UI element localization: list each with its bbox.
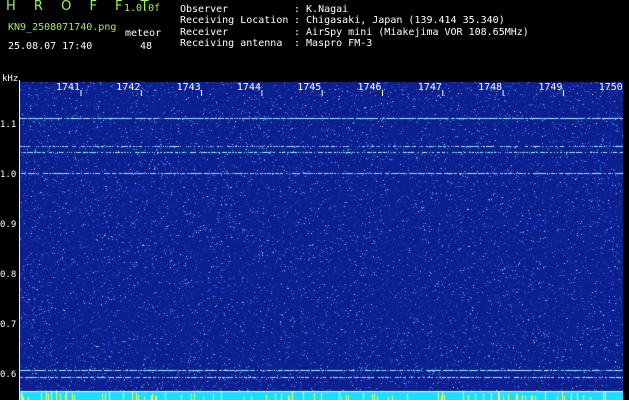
image-filename: KN9_2508071740.png <box>8 22 117 33</box>
y-tick-label: 0.9 <box>0 220 17 230</box>
time-tick-label: 1745 <box>297 82 321 93</box>
y-tick-label: 1.0 <box>0 170 17 180</box>
time-tick-label: 1747 <box>418 82 442 93</box>
meteor-count: 48 <box>140 41 153 52</box>
meteor-label: meteor <box>125 28 162 39</box>
spectrogram-panel: 1741 1742 1743 1744 1745 1746 1747 1748 1749 1750 <box>20 82 623 400</box>
spectrogram-overlay: 1741 1742 1743 1744 1745 1746 1747 1748 1749 1750 <box>56 82 623 96</box>
info-value: : AirSpy mini (Miakejima VOR 108.65MHz) <box>294 27 529 38</box>
info-label: Observer <box>180 4 229 15</box>
time-tick-label: 1749 <box>538 82 562 93</box>
time-tick-label: 1744 <box>237 82 261 93</box>
info-label: Receiver <box>180 27 229 38</box>
info-value: : K.Nagai <box>294 4 349 15</box>
y-tick-label: 1.1 <box>0 120 17 130</box>
time-tick-label: 1742 <box>116 82 140 93</box>
info-label: Receiving Location <box>180 15 289 26</box>
time-tick-label: 1743 <box>177 82 201 93</box>
info-label: Receiving antenna <box>180 38 283 49</box>
time-tick-label: 1741 <box>56 82 80 93</box>
y-tick-label: 0.7 <box>0 320 17 330</box>
time-tick-label: 1746 <box>358 82 382 93</box>
observation-datetime: 25.08.07 17:40 <box>8 41 93 52</box>
time-tick-label: 1750 <box>599 82 623 93</box>
time-tick-label: 1748 <box>478 82 502 93</box>
info-value: : Chigasaki, Japan (139.414 35.340) <box>294 15 505 26</box>
app-version: 1.0.0f <box>124 3 161 14</box>
y-tick-label: 0.6 <box>0 370 17 380</box>
y-axis-unit: kHz <box>2 74 19 84</box>
info-value: : Maspro FM-3 <box>294 38 373 49</box>
y-tick-label: 0.8 <box>0 270 17 280</box>
hrofft-screen: H R O F F T 1.0.0f KN9_2508071740.png me… <box>0 0 629 400</box>
